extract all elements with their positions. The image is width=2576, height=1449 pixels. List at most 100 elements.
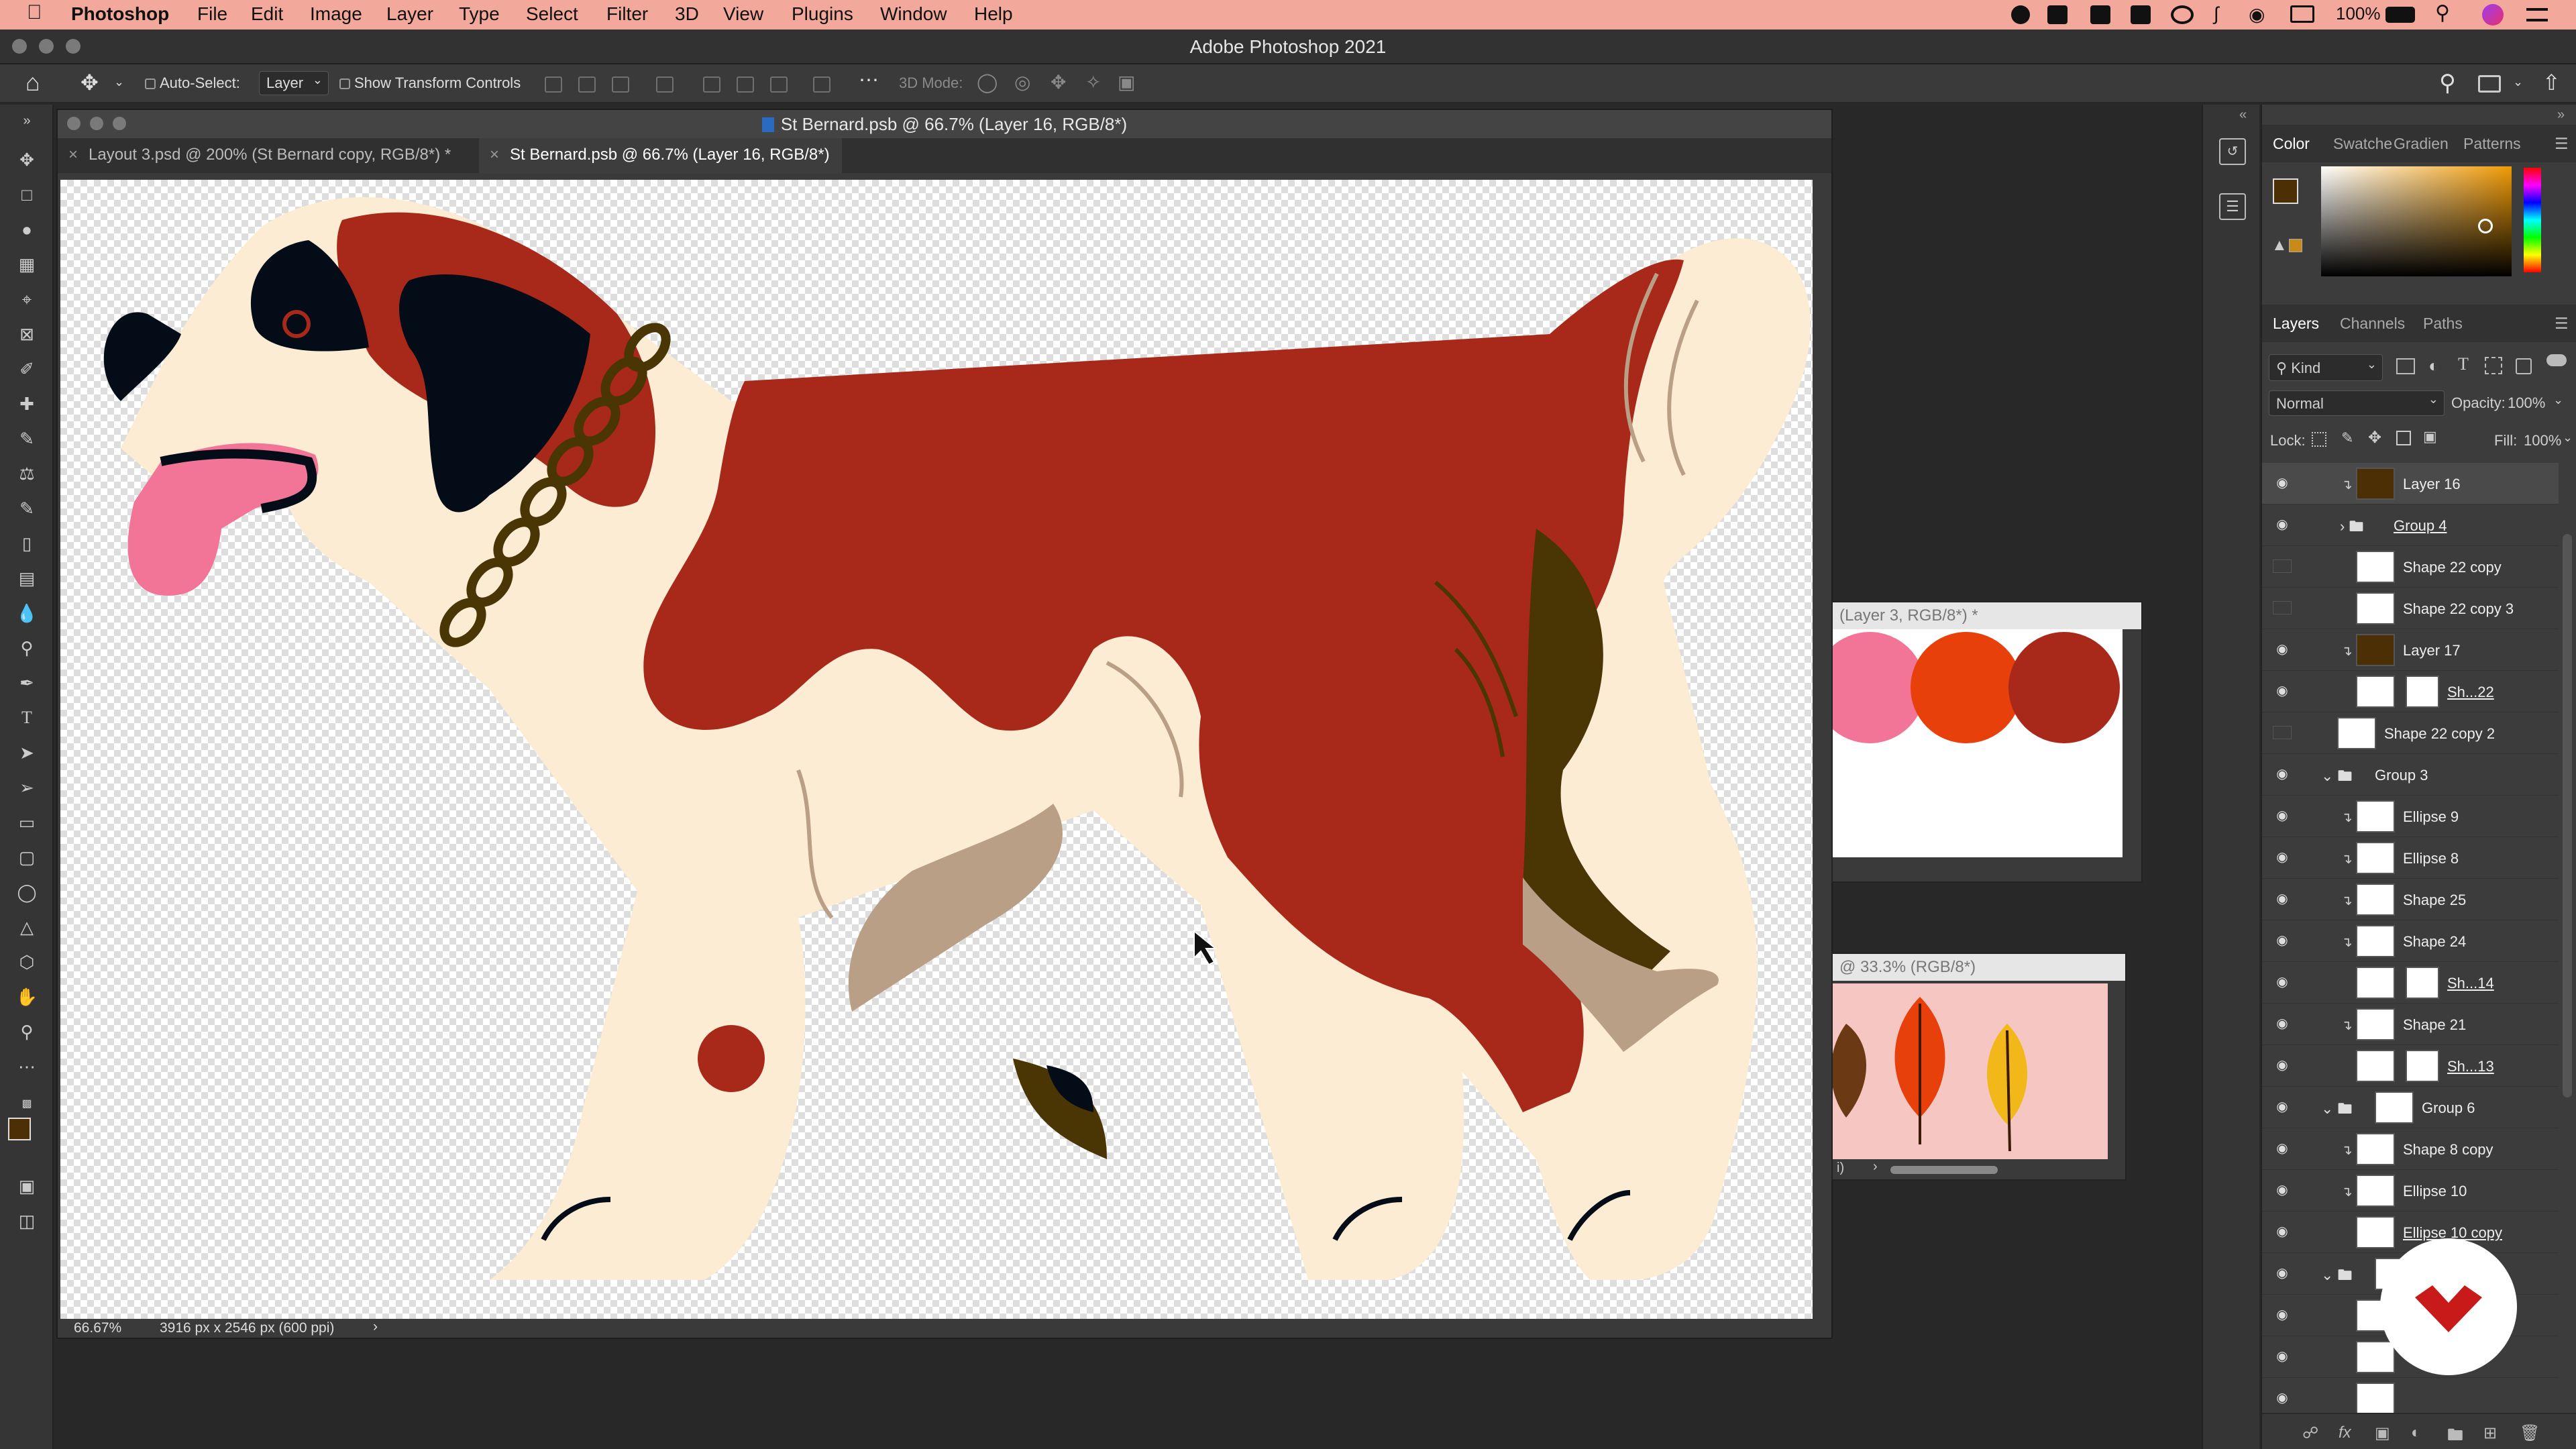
visibility-eye-icon[interactable]: ◉ [2273,1267,2292,1280]
more-tools-icon[interactable]: ⋯ [15,1055,39,1079]
layer-thumbnail[interactable] [2356,634,2395,666]
menu-help[interactable]: Help [974,3,1013,25]
eraser-tool-icon[interactable]: ▯ [15,531,39,555]
tab-gradients[interactable]: Gradien [2394,125,2449,162]
layer-filter-dropdown[interactable]: ⚲ Kind ⌄ [2269,354,2383,381]
canvas[interactable] [60,180,1813,1319]
layer-name[interactable]: Layer 17 [2403,642,2461,659]
opacity-value[interactable]: 100% [2508,394,2545,412]
tab-patterns[interactable]: Patterns [2463,125,2521,162]
visibility-eye-icon[interactable]: ◉ [2273,1100,2292,1114]
dropbox-icon[interactable] [2047,5,2068,24]
lasso-tool-icon[interactable]: ⦁ [15,217,39,241]
brush-tool-icon[interactable]: ✎ [15,427,39,451]
triangle-tool-icon[interactable]: △ [15,915,39,939]
layer-thumbnail[interactable] [2356,883,2395,916]
visibility-eye-icon[interactable]: ◉ [2273,975,2292,989]
workspace-icon[interactable] [2478,75,2501,93]
layer-mask-thumbnail[interactable] [2406,1050,2439,1082]
app-icon[interactable] [2131,5,2151,24]
menu-filter[interactable]: Filter [606,3,648,25]
menu-photoshop[interactable]: Photoshop [71,3,169,25]
tab-channels[interactable]: Channels [2340,305,2405,342]
history-brush-tool-icon[interactable]: ✎ [15,496,39,521]
menu-select[interactable]: Select [526,3,578,25]
visibility-off-icon[interactable] [2273,726,2292,739]
fill-chevron-icon[interactable]: ⌄ [2563,431,2573,445]
auto-select-checkbox[interactable]: Auto-Select: [145,74,240,92]
visibility-eye-icon[interactable]: ◉ [2273,767,2292,781]
opacity-chevron-icon[interactable]: ⌄ [2553,393,2563,407]
layer-thumbnail[interactable] [2356,592,2395,625]
layer-row[interactable]: ◉ › 🖿 Group 4 [2262,504,2559,546]
display-icon[interactable] [2290,5,2314,23]
layer-mask-thumbnail[interactable] [2406,676,2439,708]
menu-view[interactable]: View [723,3,763,25]
frame-tool-icon[interactable]: ⊠ [15,322,39,346]
layer-row[interactable]: ◉ Sh...22 [2262,671,2559,712]
layer-row[interactable]: ◉ Sh...13 [2262,1045,2559,1087]
3d-pan-icon[interactable]: ✥ [1051,71,1066,93]
layer-row[interactable]: Shape 22 copy 2 [2262,712,2559,754]
panel-menu-icon[interactable]: ☰ [2555,125,2569,162]
layer-thumbnail[interactable] [2356,967,2395,999]
type-tool-icon[interactable]: T [15,706,39,730]
layer-row[interactable]: ◉ ↴ Ellipse 10 [2262,1170,2559,1212]
floating-window-canvas[interactable] [1833,983,2108,1159]
layer-mask-icon[interactable]: ▣ [2375,1424,2390,1443]
layer-name[interactable]: Shape 22 copy 3 [2403,600,2514,618]
layer-thumbnail[interactable] [2356,1175,2395,1207]
layer-name[interactable]: Shape 22 copy [2403,559,2502,576]
wifi-icon[interactable]: ◉ [2249,3,2265,25]
layer-thumbnail[interactable] [2337,717,2376,749]
clone-stamp-tool-icon[interactable]: ⚖ [15,462,39,486]
path-selection-tool-icon[interactable]: ➤ [15,741,39,765]
align-middle-icon[interactable] [737,76,754,93]
menu-edit[interactable]: Edit [251,3,283,25]
lock-position-icon[interactable]: ✥ [2368,428,2381,447]
visibility-eye-icon[interactable]: ◉ [2273,851,2292,864]
layer-thumbnail[interactable] [2356,676,2395,708]
visibility-eye-icon[interactable]: ◉ [2273,476,2292,490]
layer-name[interactable]: Sh...22 [2447,684,2494,701]
visibility-eye-icon[interactable]: ◉ [2273,1142,2292,1155]
transform-controls-checkbox[interactable]: Show Transform Controls [339,74,521,92]
eyedropper-tool-icon[interactable]: ✐ [15,357,39,381]
tab-layers[interactable]: Layers [2273,305,2319,342]
gradient-tool-icon[interactable]: ▤ [15,566,39,590]
layer-thumbnail[interactable] [2356,1008,2395,1040]
visibility-off-icon[interactable] [2273,601,2292,614]
hue-slider[interactable] [2524,168,2541,272]
visibility-eye-icon[interactable]: ◉ [2273,1391,2292,1405]
crop-tool-icon[interactable]: ⌖ [15,287,39,311]
visibility-eye-icon[interactable]: ◉ [2273,1059,2292,1072]
floating-window-scrollbar[interactable]: i) › [1833,1159,2125,1179]
visibility-eye-icon[interactable]: ◉ [2273,643,2292,656]
folder-expanded-icon[interactable]: ⌄ 🖿 [2321,1097,2353,1123]
move-tool-icon[interactable]: ✥ [80,70,99,95]
layer-name[interactable]: Ellipse 9 [2403,808,2459,826]
visibility-eye-icon[interactable]: ◉ [2273,684,2292,698]
layer-thumbnail[interactable] [2356,842,2395,874]
lock-transparent-icon[interactable] [2312,432,2326,447]
layer-name[interactable]: Group 4 [2394,517,2447,535]
direct-selection-tool-icon[interactable]: ➢ [15,775,39,800]
filter-adjustment-icon[interactable]: ◐ [2428,356,2439,376]
menu-layer[interactable]: Layer [386,3,433,25]
layer-name[interactable]: Shape 24 [2403,933,2466,951]
menu-window[interactable]: Window [880,3,947,25]
layer-name[interactable]: Ellipse 10 [2403,1183,2467,1200]
layer-row[interactable]: ◉ ↴ Shape 8 copy [2262,1128,2559,1170]
close-tab-icon[interactable]: × [490,138,499,172]
visibility-eye-icon[interactable]: ◉ [2273,1350,2292,1363]
status-menu-arrow[interactable]: › [373,1319,378,1335]
ellipse-tool-icon[interactable]: ◯ [15,880,39,904]
new-group-icon[interactable]: 🖿 [2447,1424,2463,1449]
align-top-icon[interactable] [703,76,720,93]
scroll-thumb[interactable] [1890,1166,1998,1174]
foreground-color-swatch[interactable] [8,1118,31,1140]
close-tab-icon[interactable]: × [68,138,78,172]
foreground-color-swatch[interactable] [2273,178,2298,204]
filter-pixel-icon[interactable] [2396,358,2415,374]
align-left-icon[interactable] [545,76,562,93]
